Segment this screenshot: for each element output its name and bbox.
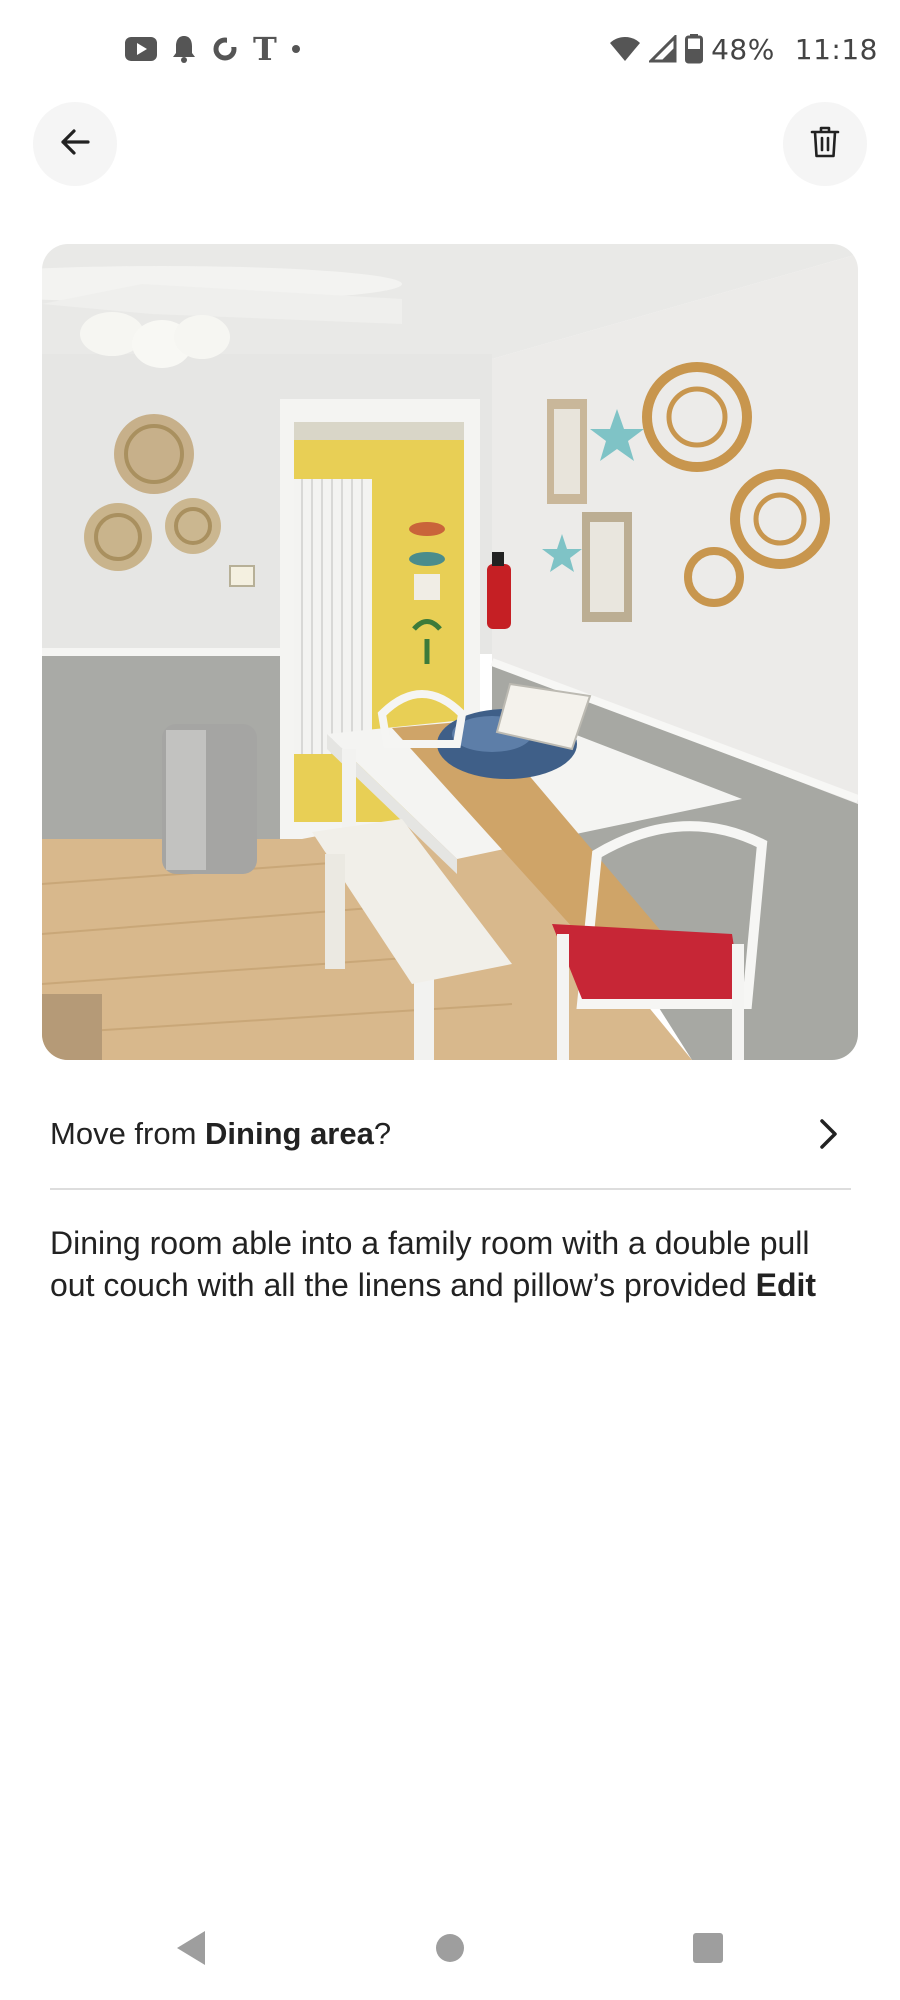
status-bar: T 48% 11:18 — [0, 0, 900, 96]
dot-icon — [291, 44, 301, 54]
move-suffix: ? — [373, 1116, 392, 1151]
chevron-right-icon — [811, 1116, 847, 1152]
trash-icon — [810, 125, 840, 164]
move-prefix: Move from — [50, 1116, 206, 1151]
move-room-label: Move from Dining area? — [50, 1116, 391, 1152]
bell-icon — [171, 34, 197, 64]
dining-area-photo — [42, 244, 858, 1060]
arrow-left-icon — [58, 125, 92, 164]
sync-icon — [211, 35, 239, 63]
triangle-back-icon — [175, 1929, 207, 1972]
current-room-name: Dining area — [205, 1116, 374, 1151]
nav-back-button[interactable] — [163, 1922, 219, 1978]
battery-icon — [685, 34, 704, 64]
nav-home-button[interactable] — [422, 1922, 478, 1978]
nav-recents-button[interactable] — [680, 1922, 736, 1978]
signal-icon — [649, 35, 677, 63]
youtube-icon — [125, 36, 157, 62]
status-bar-right: 48% 11:18 — [609, 30, 878, 68]
wifi-icon — [609, 35, 641, 63]
caption-text: Dining room able into a family room with… — [50, 1225, 810, 1303]
delete-photo-button[interactable] — [783, 102, 867, 186]
edit-caption-link[interactable]: Edit — [756, 1267, 816, 1303]
move-room-row[interactable]: Move from Dining area? — [50, 1080, 851, 1190]
square-recents-icon — [692, 1932, 724, 1969]
system-navigation-bar — [0, 1900, 900, 2000]
circle-home-icon — [434, 1932, 466, 1969]
photo-caption: Dining room able into a family room with… — [50, 1222, 851, 1306]
status-bar-left: T — [125, 30, 301, 68]
clock-time: 11:18 — [794, 32, 878, 66]
battery-percent: 48% — [711, 32, 775, 66]
t-mobile-icon: T — [253, 30, 278, 68]
back-button[interactable] — [33, 102, 117, 186]
